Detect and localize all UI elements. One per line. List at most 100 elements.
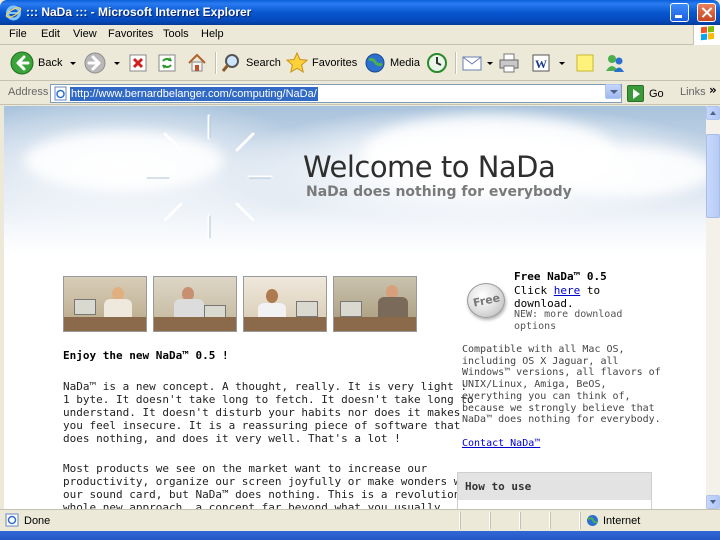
page-done-icon [5, 513, 19, 527]
window-title: ::: NaDa ::: - Microsoft Internet Explor… [26, 5, 252, 19]
tagline: NaDa does nothing for everybody [306, 184, 572, 200]
menu-edit[interactable]: Edit [41, 28, 60, 40]
intro-line: 1 byte. It doesn't take long to fetch. I… [63, 393, 474, 406]
address-input[interactable]: http://www.bernardbelanger.com/computing… [50, 84, 622, 103]
page-icon [54, 86, 67, 101]
contact-link[interactable]: Contact NaDa™ [462, 438, 540, 449]
back-dropdown-icon[interactable] [70, 61, 77, 65]
compat-line: UNIX/Linux, Amiga, BeOS, [462, 379, 607, 391]
search-label: Search [246, 57, 281, 69]
address-bar: Address http://www.bernardbelanger.com/c… [0, 82, 720, 105]
stop-icon [129, 54, 147, 72]
menu-favorites[interactable]: Favorites [108, 28, 153, 40]
address-url[interactable]: http://www.bernardbelanger.com/computing… [70, 87, 318, 101]
scroll-down-button[interactable] [706, 495, 720, 509]
edit-dropdown-icon[interactable] [559, 61, 565, 65]
sunburst-logo-icon [145, 114, 273, 240]
menu-tools[interactable]: Tools [163, 28, 189, 40]
how-to-use-heading: How to use [465, 480, 532, 493]
compat-line: including OS X Jaguar, all [462, 355, 619, 367]
home-button[interactable] [186, 50, 208, 76]
products-line: whole new approach, a concept far beyond… [63, 501, 441, 509]
welcome-heading: Welcome to NaDa [303, 150, 556, 184]
messenger-button[interactable] [604, 50, 626, 76]
media-button[interactable]: Media [364, 50, 420, 76]
browser-window: ::: NaDa ::: - Microsoft Internet Explor… [0, 0, 720, 540]
home-icon [188, 53, 206, 72]
forward-arrow-icon [84, 52, 106, 74]
history-button[interactable] [426, 50, 448, 76]
status-text: Done [24, 515, 51, 527]
photo-woman-at-computer [63, 276, 147, 332]
compat-line: Windows™ versions, all flavors of [462, 367, 661, 379]
status-pane [550, 512, 570, 529]
menu-help[interactable]: Help [201, 28, 224, 40]
address-dropdown-button[interactable] [605, 84, 621, 99]
refresh-button[interactable] [157, 50, 177, 76]
new-options-line: NEW: more download [514, 309, 623, 320]
status-bar: Done Internet [0, 509, 720, 531]
stop-button[interactable] [128, 50, 148, 76]
status-zone-pane [580, 512, 720, 529]
download-here-link[interactable]: here [554, 284, 581, 297]
free-badge-label: Free [471, 291, 502, 310]
compat-line: everything you can think of, [462, 390, 631, 402]
security-zone-label: Internet [603, 515, 641, 527]
favorites-star-icon [286, 52, 308, 74]
new-options-line: options [514, 321, 557, 332]
status-pane [460, 512, 480, 529]
toolbar-separator [215, 52, 216, 74]
intro-paragraph: NaDa™ is a new concept. A thought, reall… [63, 380, 474, 445]
edit-button[interactable]: W [531, 50, 565, 76]
mail-button[interactable] [461, 50, 493, 76]
links-button[interactable]: Links [680, 86, 706, 98]
click-prefix: Click [514, 284, 554, 297]
how-to-use-box: How to use [457, 472, 652, 509]
products-line: productivity, organize our screen joyful… [63, 475, 481, 488]
status-pane [490, 512, 510, 529]
menu-bar: File Edit View Favorites Tools Help [0, 25, 720, 45]
printer-icon [499, 53, 519, 73]
go-arrow-icon [627, 85, 644, 102]
menu-file[interactable]: File [9, 28, 27, 40]
scroll-up-button[interactable] [706, 106, 720, 120]
windows-logo [693, 25, 720, 45]
menu-view[interactable]: View [73, 28, 97, 40]
page-content[interactable]: Welcome to NaDa NaDa does nothing for ev… [4, 106, 706, 509]
favorites-button[interactable]: Favorites [286, 50, 357, 76]
vertical-scrollbar[interactable] [706, 106, 720, 509]
links-chevron-icon[interactable]: » [709, 83, 717, 97]
mail-envelope-icon [462, 56, 482, 71]
back-button[interactable]: Back [10, 50, 77, 76]
photo-woman-smiling [243, 276, 327, 332]
print-button[interactable] [498, 50, 520, 76]
forward-button[interactable] [84, 50, 120, 76]
intro-line: you feel insecure. It is a reassuring pi… [63, 419, 461, 432]
svg-text:W: W [535, 57, 547, 71]
standard-toolbar: Back Search Favorites Media W [0, 46, 720, 81]
free-badge: Free [467, 283, 505, 318]
scroll-thumb[interactable] [706, 134, 720, 218]
click-suffix: to [580, 284, 601, 297]
search-icon [221, 54, 239, 72]
title-bar[interactable]: ::: NaDa ::: - Microsoft Internet Explor… [0, 0, 720, 25]
forward-dropdown-icon[interactable] [114, 61, 120, 65]
discuss-button[interactable] [575, 50, 595, 76]
windows-flag-icon [701, 25, 714, 41]
back-arrow-icon [10, 51, 34, 75]
internet-explorer-icon [5, 5, 22, 21]
intro-line: understand. It doesn't disturb your habi… [63, 406, 461, 419]
mail-dropdown-icon[interactable] [487, 61, 493, 65]
back-label: Back [38, 57, 63, 69]
search-button[interactable]: Search [220, 50, 281, 76]
photo-older-man [333, 276, 417, 332]
minimize-button[interactable] [670, 3, 689, 22]
favorites-label: Favorites [312, 57, 358, 69]
toolbar-separator [455, 52, 456, 74]
close-button[interactable] [697, 3, 716, 22]
new-download-options[interactable]: NEW: more download options [514, 309, 622, 333]
go-button[interactable]: Go [627, 85, 664, 102]
intro-line: does nothing, and does it very well. Tha… [63, 432, 401, 445]
refresh-icon [158, 54, 176, 72]
free-download-title: Free NaDa™ 0.5 [514, 270, 607, 283]
